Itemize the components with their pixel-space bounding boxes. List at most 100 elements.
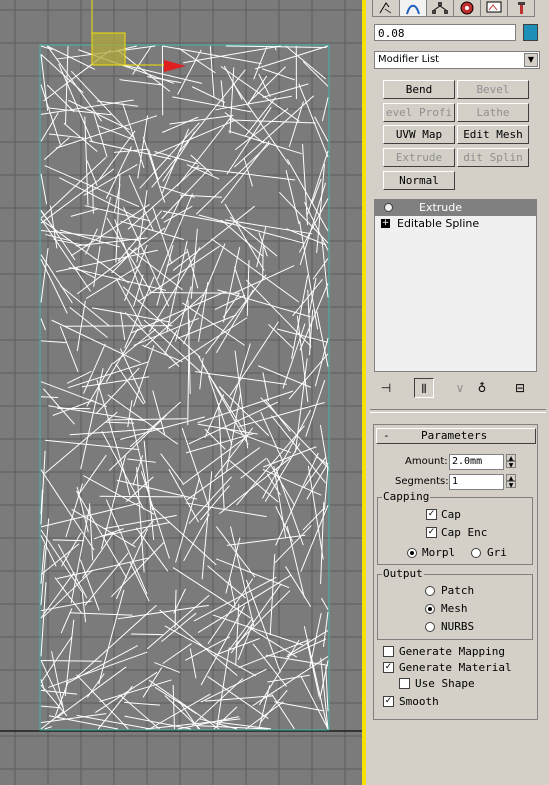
show-end-result-icon[interactable]: ⦀ [414, 378, 434, 398]
mesh-line [288, 353, 329, 400]
mesh-line [85, 228, 98, 255]
amount-field[interactable]: 2.0mm [449, 454, 504, 470]
mesh-line [193, 576, 277, 622]
mesh-line [40, 713, 107, 724]
mesh-line [135, 527, 169, 572]
mesh-line [298, 83, 329, 158]
patch-radio[interactable] [425, 586, 435, 596]
segments-spinner[interactable]: ▲ ▼ [506, 474, 516, 490]
mesh-line [40, 258, 68, 314]
display-tab[interactable] [480, 0, 508, 17]
smooth-checkbox[interactable]: ✓ [383, 696, 394, 707]
generate-mapping-checkbox[interactable] [383, 646, 394, 657]
mesh-line [235, 603, 240, 666]
edit-mesh-button[interactable]: Edit Mesh [457, 125, 529, 144]
mesh-line [229, 617, 254, 650]
mesh-line [113, 148, 149, 153]
mesh-line [60, 608, 73, 634]
utilities-tab[interactable] [507, 0, 535, 17]
hierarchy-tab[interactable] [426, 0, 454, 17]
mesh-line [105, 499, 148, 595]
mesh-line [151, 505, 217, 566]
mesh-line [98, 197, 112, 243]
motion-icon [460, 1, 474, 15]
bend-button[interactable]: Bend [383, 80, 455, 99]
configure-modifier-sets-icon[interactable]: ⊟ [510, 378, 530, 398]
make-unique-icon[interactable]: ∨ [450, 378, 470, 398]
bevel-button[interactable]: Bevel [457, 80, 529, 99]
edit-spline-button[interactable]: dit Splin [457, 148, 529, 167]
mesh-line [246, 625, 298, 658]
bevel-profile-button[interactable]: evel Profi [383, 103, 455, 122]
modifier-list-dropdown[interactable]: Modifier List ▼ [374, 51, 540, 69]
cap-start-checkbox[interactable]: ✓ [426, 509, 437, 520]
mesh-line [40, 318, 46, 331]
chevron-down-icon[interactable]: ▼ [524, 53, 538, 67]
uvw-map-button[interactable]: UVW Map [383, 125, 455, 144]
mesh-line [132, 45, 152, 75]
generate-material-checkbox[interactable]: ✓ [383, 662, 394, 673]
pin-stack-icon[interactable]: ⊣ [376, 378, 396, 398]
bulb-icon[interactable] [384, 203, 393, 212]
object-name-field[interactable]: 0.08 [374, 24, 516, 41]
morph-radio[interactable] [407, 548, 417, 558]
cap-end-checkbox[interactable]: ✓ [426, 527, 437, 538]
viewport[interactable] [0, 0, 362, 785]
stack-item-extrude[interactable]: Extrude [375, 200, 536, 216]
parameters-rollout-header[interactable]: - Parameters [376, 428, 536, 444]
mesh-line [52, 539, 84, 542]
mesh-line [177, 314, 237, 339]
gizmo-x-arrow [164, 60, 186, 72]
create-tab[interactable] [372, 0, 400, 17]
mesh-line [100, 522, 170, 537]
extrude-button[interactable]: Extrude [383, 148, 455, 167]
normal-button[interactable]: Normal [383, 171, 455, 190]
expand-plus-icon[interactable]: + [381, 219, 390, 228]
mesh-line [247, 66, 286, 104]
divider [370, 409, 546, 413]
remove-modifier-icon[interactable]: ♁ [472, 378, 492, 398]
mesh-line [302, 144, 309, 226]
mesh-line [228, 459, 279, 503]
mesh-line [238, 639, 310, 669]
amount-spinner[interactable]: ▲ ▼ [506, 454, 516, 470]
object-color-swatch[interactable] [523, 24, 538, 41]
stack-item-label: Extrude [419, 201, 463, 214]
mesh-line [40, 112, 59, 142]
grid-radio[interactable] [471, 548, 481, 558]
mesh-line [40, 396, 59, 398]
nurbs-radio[interactable] [425, 622, 435, 632]
motion-tab[interactable] [453, 0, 481, 17]
stack-item-editable-spline[interactable]: + Editable Spline [375, 216, 536, 232]
mesh-line [154, 151, 199, 165]
mesh-radio[interactable] [425, 604, 435, 614]
mesh-line [172, 96, 252, 113]
segments-label: Segments: [395, 476, 449, 487]
mesh-line [128, 175, 154, 231]
mesh-line [68, 99, 130, 130]
mesh-line [198, 281, 209, 342]
mesh-line [285, 228, 327, 246]
viewport-canvas[interactable] [0, 0, 362, 785]
mesh-line [275, 506, 294, 542]
mesh-line [172, 685, 175, 730]
mesh-line [262, 372, 269, 402]
mesh-line [199, 485, 230, 521]
morph-label: Morpl [422, 546, 456, 559]
modify-tab[interactable] [399, 0, 427, 17]
modifier-stack[interactable]: Extrude + Editable Spline [374, 199, 537, 372]
mesh-line [163, 329, 178, 355]
lathe-button[interactable]: Lathe [457, 103, 529, 122]
mesh-line [63, 325, 173, 327]
mesh-line [292, 279, 323, 317]
use-shape-checkbox[interactable] [399, 678, 410, 689]
generate-mapping-label: Generate Mapping [399, 645, 505, 658]
mesh-line [216, 647, 230, 727]
mesh-line [285, 170, 300, 225]
cap-end-label: Cap Enc [441, 526, 488, 539]
mesh-line [99, 495, 183, 498]
mesh-line [95, 671, 158, 714]
mesh-line [120, 220, 184, 241]
segments-field[interactable]: 1 [449, 474, 504, 490]
mesh-line [271, 694, 295, 730]
